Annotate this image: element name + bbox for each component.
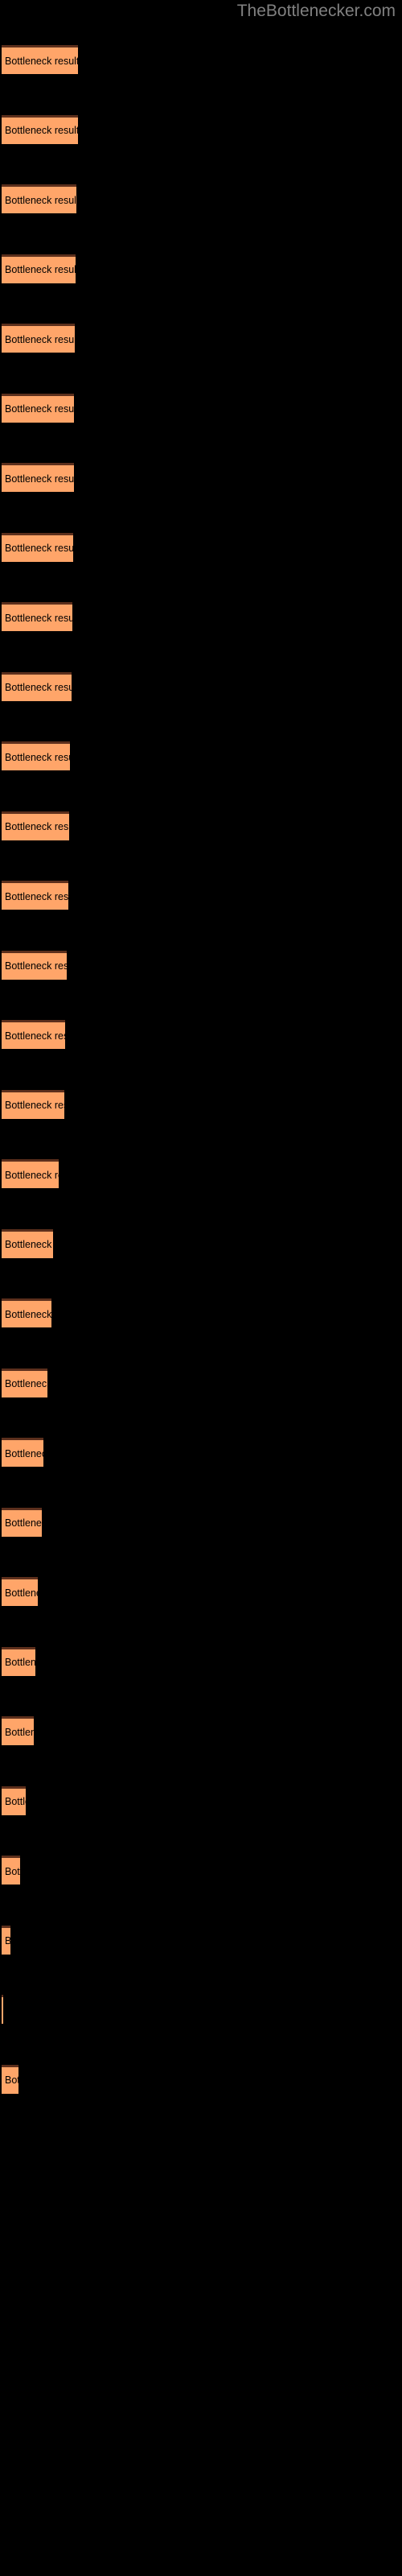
bar-27[interactable]: Bottleneck result <box>2 1856 20 1885</box>
bar-label: Bottleneck result <box>5 890 68 902</box>
bar-28[interactable]: Bottleneck result <box>2 1925 10 1955</box>
bar-7[interactable]: Bottleneck result <box>2 463 74 492</box>
bar-14[interactable]: Bottleneck result <box>2 950 67 980</box>
bar-label: Bottleneck result <box>5 1795 26 1807</box>
bar-17[interactable]: Bottleneck result <box>2 1159 59 1188</box>
bar-row: Bottleneck result <box>2 184 402 213</box>
bar-4[interactable]: Bottleneck result <box>2 254 76 283</box>
bar-16[interactable]: Bottleneck result <box>2 1089 64 1119</box>
bar-13[interactable]: Bottleneck result <box>2 881 68 910</box>
bar-label: Bottleneck result <box>5 751 70 763</box>
bar-row: Bottleneck result <box>2 1228 402 1258</box>
bar-row: Bottleneck result <box>2 1856 402 1885</box>
bar-row: Bottleneck result <box>2 1438 402 1467</box>
bar-row: Bottleneck result <box>2 393 402 423</box>
bar-label: Bottleneck result <box>5 1099 64 1111</box>
bar-21[interactable]: Bottleneck result <box>2 1438 43 1467</box>
bar-6[interactable]: Bottleneck result <box>2 393 74 423</box>
bar-row: Bottleneck result <box>2 950 402 980</box>
bar-18[interactable]: Bottleneck result <box>2 1228 53 1258</box>
bar-label: Bottleneck result <box>5 1726 34 1738</box>
bar-row: Bottleneck result <box>2 811 402 840</box>
bar-5[interactable]: Bottleneck result <box>2 324 75 353</box>
bar-label: Bottleneck result <box>5 124 78 136</box>
bar-label: Bottleneck result <box>5 542 73 554</box>
bar-label: Bottleneck result <box>5 1656 35 1668</box>
plot-area: Bottleneck result Bottleneck result Bottle… <box>0 0 402 2576</box>
bar-24[interactable]: Bottleneck result <box>2 1646 35 1676</box>
bar-23[interactable]: Bottleneck result <box>2 1577 38 1606</box>
bar-row: Bottleneck result <box>2 741 402 770</box>
bar-1[interactable]: Bottleneck result <box>2 45 78 74</box>
bar-label: Bottleneck result <box>5 2074 18 2086</box>
bar-11[interactable]: Bottleneck result <box>2 741 70 770</box>
bar-9[interactable]: Bottleneck result <box>2 602 72 631</box>
bar-20[interactable]: Bottleneck result <box>2 1368 47 1397</box>
bar-label: Bottleneck result <box>5 1377 47 1389</box>
bar-label: Bottleneck result <box>5 1169 59 1181</box>
bar-19[interactable]: Bottleneck result <box>2 1298 51 1327</box>
bar-3[interactable]: Bottleneck result <box>2 184 76 213</box>
bar-row: Bottleneck result <box>2 324 402 353</box>
bar-12[interactable]: Bottleneck result <box>2 811 69 840</box>
bar-row: Bottleneck result <box>2 114 402 144</box>
bar-row: Bottleneck result <box>2 602 402 631</box>
bar-label: Bottleneck result <box>5 1587 38 1599</box>
bar-label: Bottleneck result <box>5 681 72 693</box>
bar-row: Bottleneck result <box>2 1577 402 1606</box>
bar-label: Bottleneck result <box>5 1517 42 1529</box>
bar-10[interactable]: Bottleneck result <box>2 671 72 701</box>
bar-26[interactable]: Bottleneck result <box>2 1785 26 1815</box>
bar-2[interactable]: Bottleneck result <box>2 114 78 144</box>
bar-row: Bottleneck result <box>2 1716 402 1745</box>
bar-15[interactable]: Bottleneck result <box>2 1020 65 1049</box>
bar-label: Bottleneck result <box>5 1308 51 1320</box>
bar-row: Bottleneck result <box>2 1298 402 1327</box>
bar-row: Bottleneck result <box>2 671 402 701</box>
bar-row: Bottleneck result <box>2 1507 402 1537</box>
bar-row: Bottleneck result <box>2 2064 402 2094</box>
bar-row: Bottleneck result <box>2 1785 402 1815</box>
bar-row: Bottleneck result <box>2 532 402 562</box>
bar-row: Bottleneck result <box>2 1925 402 1955</box>
bar-row: Bottleneck result <box>2 45 402 74</box>
bar-22[interactable]: Bottleneck result <box>2 1507 42 1537</box>
bar-row: Bottleneck result <box>2 1159 402 1188</box>
bar-row: Bottleneck result <box>2 1368 402 1397</box>
bar-label: Bottleneck result <box>5 1030 65 1042</box>
bar-row: Bottleneck result <box>2 1020 402 1049</box>
bar-label: Bottleneck result <box>5 612 72 624</box>
bar-29[interactable]: Bottleneck result <box>2 1995 3 2024</box>
bar-label: Bottleneck result <box>5 263 76 275</box>
bar-row: Bottleneck result <box>2 1089 402 1119</box>
bar-label: Bottleneck result <box>5 1936 10 1946</box>
bar-label: Bottleneck result <box>5 333 75 345</box>
bar-label: Bottleneck result <box>5 194 76 206</box>
bar-label: Bottleneck result <box>5 1865 20 1877</box>
bar-label: Bottleneck result <box>5 820 69 832</box>
bar-row: Bottleneck result <box>2 1646 402 1676</box>
bar-row: Bottleneck result <box>2 1995 402 2024</box>
bar-row: Bottleneck result <box>2 881 402 910</box>
bar-label: Bottleneck result <box>5 55 78 67</box>
bar-25[interactable]: Bottleneck result <box>2 1716 34 1745</box>
bar-label: Bottleneck result <box>5 473 74 485</box>
bar-30[interactable]: Bottleneck result <box>2 2064 18 2094</box>
bar-label: Bottleneck result <box>5 1238 53 1250</box>
bottleneck-bar-chart: TheBottlenecker.com Bottleneck result Bot… <box>0 0 402 2576</box>
bar-row: Bottleneck result <box>2 463 402 492</box>
bar-8[interactable]: Bottleneck result <box>2 532 73 562</box>
bar-label: Bottleneck result <box>5 1447 43 1459</box>
bar-label: Bottleneck result <box>5 402 74 415</box>
bar-row: Bottleneck result <box>2 254 402 283</box>
bar-label: Bottleneck result <box>5 960 67 972</box>
